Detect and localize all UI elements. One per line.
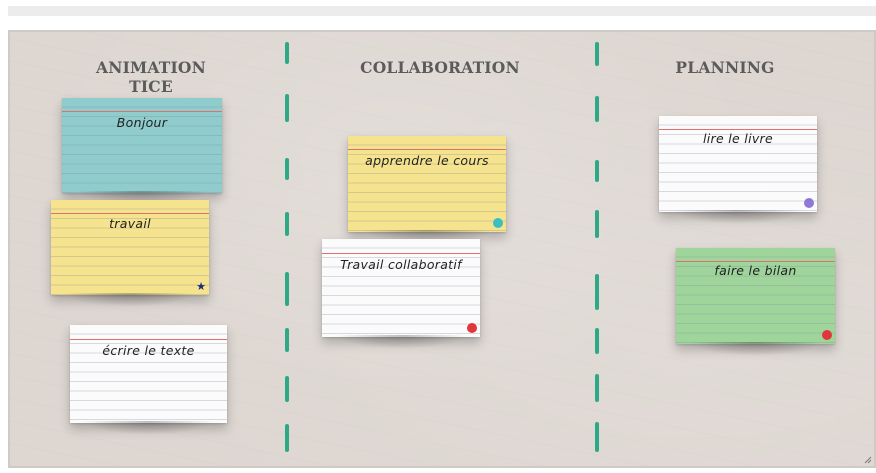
sticky-card[interactable]: écrire le texte [70,325,227,435]
resize-handle-icon[interactable] [862,454,872,464]
card-text: lire le livre [703,131,773,146]
color-dot-indicator [804,198,814,208]
card-text: Travail collaboratif [340,257,462,272]
card-text: Bonjour [116,115,168,130]
sticky-card[interactable]: faire le bilan [676,248,835,356]
sticky-card[interactable]: apprendre le cours [348,136,506,244]
color-dot-indicator [822,330,832,340]
column-title-collaboration: COLLABORATION [360,58,520,77]
column-divider [594,40,604,460]
card-text: faire le bilan [714,263,797,278]
color-dot-indicator [493,218,503,228]
sticky-card[interactable]: Travail collaboratif [322,239,480,349]
top-toolbar-strip [8,6,876,16]
sticky-note-board[interactable]: ANIMATION TICE COLLABORATION PLANNING Bo… [8,30,876,468]
card-text: écrire le texte [102,343,195,358]
card-text: apprendre le cours [365,153,489,168]
column-divider [284,40,294,460]
card-text: travail [109,216,151,231]
color-dot-indicator [467,323,477,333]
sticky-card[interactable]: Bonjour [62,98,222,205]
star-icon: ★ [196,280,206,293]
column-title-planning: PLANNING [675,58,775,77]
column-title-animation-tice: ANIMATION TICE [95,58,207,96]
sticky-card[interactable]: lire le livre [659,116,817,224]
sticky-card[interactable]: travail ★ [51,200,209,307]
